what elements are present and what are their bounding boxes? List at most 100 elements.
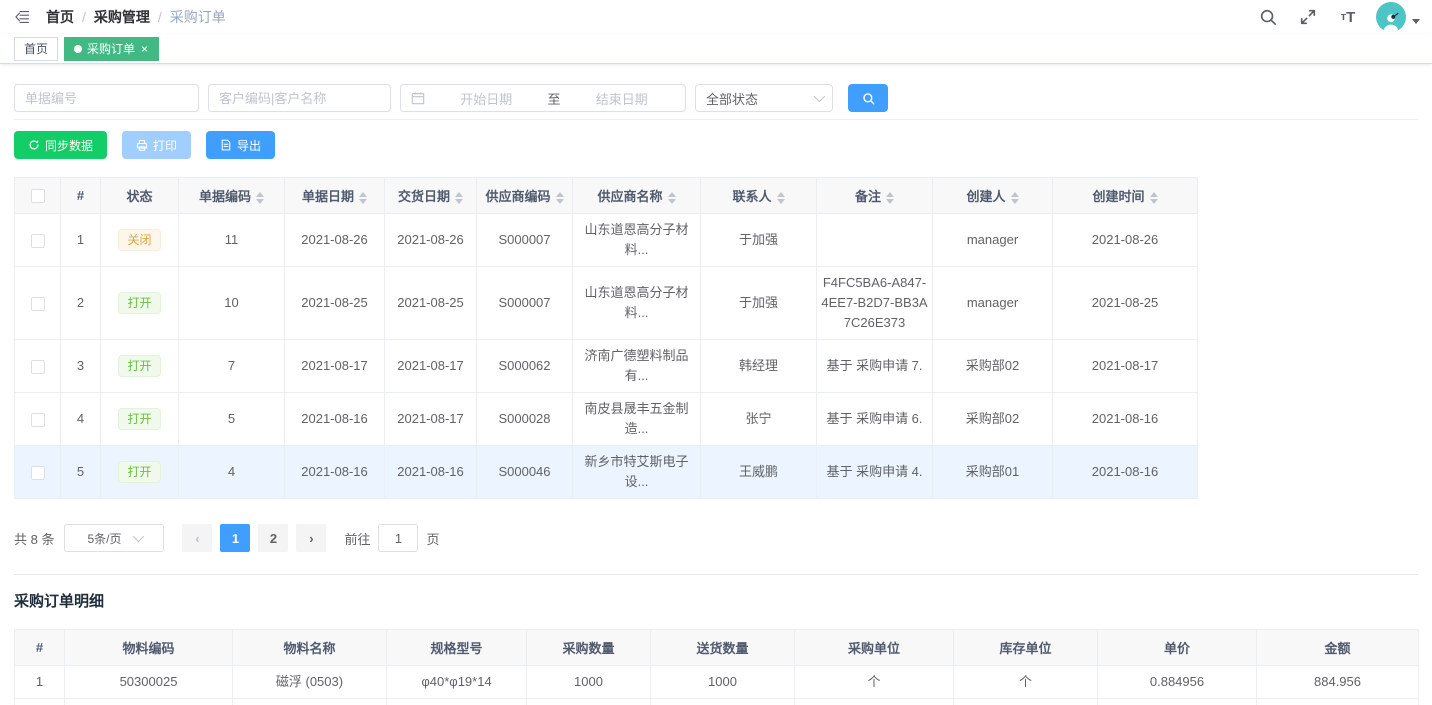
breadcrumb-purchase-mgmt[interactable]: 采购管理 xyxy=(94,7,150,27)
sort-caret-icon[interactable] xyxy=(1150,192,1158,204)
cell-stock_unit: 个 xyxy=(954,699,1098,705)
date-separator: 至 xyxy=(548,89,561,108)
cell-supplier_name: 新乡市特艾斯电子设... xyxy=(573,446,701,499)
user-avatar[interactable] xyxy=(1376,2,1406,32)
column-label: 联系人 xyxy=(732,189,771,204)
cell-amount: 4955.7524 xyxy=(1257,699,1419,705)
goto-page-input[interactable] xyxy=(378,524,418,552)
checkbox-cell xyxy=(15,267,61,340)
row-checkbox[interactable] xyxy=(31,466,45,480)
row-checkbox[interactable] xyxy=(31,234,45,248)
column-label: 状态 xyxy=(126,189,152,204)
purchase-orders-table: #状态单据编码单据日期交货日期供应商编码供应商名称联系人备注创建人创建时间 1关… xyxy=(14,177,1198,499)
next-page-button[interactable]: › xyxy=(296,524,326,552)
column-header[interactable]: 创建时间 xyxy=(1053,178,1198,214)
cell-code: 5 xyxy=(179,393,285,446)
customer-input[interactable] xyxy=(208,84,391,112)
sort-caret-icon[interactable] xyxy=(668,192,676,204)
cell-creator: manager xyxy=(933,267,1053,340)
checkbox-cell xyxy=(15,340,61,393)
sort-caret-icon[interactable] xyxy=(256,192,264,204)
sort-caret-icon[interactable] xyxy=(1011,192,1019,204)
tags-view-bar: 首页 采购订单 × xyxy=(0,34,1432,64)
sidebar-toggle-icon[interactable] xyxy=(12,7,32,27)
column-header[interactable]: 交货日期 xyxy=(385,178,477,214)
cell-creator: 采购部02 xyxy=(933,340,1053,393)
order-row[interactable]: 3打开72021-08-172021-08-17S000062济南广德塑料制品有… xyxy=(15,340,1198,393)
cell-delivery_date: 2021-08-26 xyxy=(385,214,477,267)
column-header[interactable]: 备注 xyxy=(817,178,933,214)
detail-row[interactable]: 250300024传感器本体 (0503)14*99400400个个12.389… xyxy=(15,699,1419,705)
cell-purchase_unit: 个 xyxy=(795,666,954,699)
cell-delivery_qty: 400 xyxy=(651,699,795,705)
page-number-button[interactable]: 2 xyxy=(258,524,288,552)
order-row[interactable]: 5打开42021-08-162021-08-16S000046新乡市特艾斯电子设… xyxy=(15,446,1198,499)
column-label: 创建人 xyxy=(966,189,1005,204)
cell-delivery_date: 2021-08-25 xyxy=(385,267,477,340)
fullscreen-icon[interactable] xyxy=(1296,5,1320,29)
column-header[interactable]: 单据日期 xyxy=(285,178,385,214)
sort-caret-icon[interactable] xyxy=(359,192,367,204)
column-header: 规格型号 xyxy=(387,630,527,666)
page-size-select[interactable]: 5条/页 xyxy=(64,524,164,552)
cell-supplier_code: S000007 xyxy=(477,214,573,267)
column-header[interactable]: 联系人 xyxy=(701,178,817,214)
column-header: 物料编码 xyxy=(65,630,233,666)
breadcrumb-separator: / xyxy=(158,9,162,25)
search-button[interactable] xyxy=(848,84,888,112)
breadcrumb-home[interactable]: 首页 xyxy=(46,7,74,27)
sync-data-button[interactable]: 同步数据 xyxy=(14,131,107,159)
page-unit-label: 页 xyxy=(426,529,439,548)
status-badge: 打开 xyxy=(118,292,160,314)
font-size-icon[interactable]: тT xyxy=(1336,5,1360,29)
checkbox-cell xyxy=(15,214,61,267)
cell-order_date: 2021-08-26 xyxy=(285,214,385,267)
column-label: 单据编码 xyxy=(199,189,251,204)
export-button[interactable]: 导出 xyxy=(206,131,275,159)
cell-supplier_code: S000046 xyxy=(477,446,573,499)
tab-close-icon[interactable]: × xyxy=(140,43,149,55)
sort-caret-icon[interactable] xyxy=(455,192,463,204)
cell-remark: F4FC5BA6-A847-4EE7-B2D7-BB3A7C26E373 xyxy=(817,267,933,340)
column-header[interactable]: 供应商编码 xyxy=(477,178,573,214)
column-header: 状态 xyxy=(101,178,179,214)
column-header[interactable]: 供应商名称 xyxy=(573,178,701,214)
select-all-header xyxy=(15,178,61,214)
row-checkbox[interactable] xyxy=(31,297,45,311)
page-number-button[interactable]: 1 xyxy=(220,524,250,552)
cell-delivery_date: 2021-08-17 xyxy=(385,340,477,393)
tab-purchase-orders[interactable]: 采购订单 × xyxy=(64,37,159,61)
column-label: 库存单位 xyxy=(999,641,1051,656)
column-header[interactable]: 单据编码 xyxy=(179,178,285,214)
order-no-input[interactable] xyxy=(14,84,199,112)
order-row[interactable]: 1关闭112021-08-262021-08-26S000007山东道恩高分子材… xyxy=(15,214,1198,267)
cell-material_name: 传感器本体 (0503) xyxy=(233,699,387,705)
column-header: 库存单位 xyxy=(954,630,1098,666)
column-header[interactable]: 创建人 xyxy=(933,178,1053,214)
user-menu[interactable] xyxy=(1376,2,1420,32)
column-header: 采购数量 xyxy=(527,630,651,666)
date-range-picker[interactable]: 开始日期 至 结束日期 xyxy=(400,84,686,112)
row-checkbox[interactable] xyxy=(31,360,45,374)
tab-home[interactable]: 首页 xyxy=(14,37,58,61)
cell-material_code: 50300024 xyxy=(65,699,233,705)
order-row[interactable]: 4打开52021-08-162021-08-17S000028南皮县晟丰五金制造… xyxy=(15,393,1198,446)
sort-caret-icon[interactable] xyxy=(777,192,785,204)
cell-contact: 韩经理 xyxy=(701,340,817,393)
column-header: 物料名称 xyxy=(233,630,387,666)
detail-row[interactable]: 150300025磁浮 (0503)φ40*φ19*1410001000个个0.… xyxy=(15,666,1419,699)
cell-material_code: 50300025 xyxy=(65,666,233,699)
order-row[interactable]: 2打开102021-08-252021-08-25S000007山东道恩高分子材… xyxy=(15,267,1198,340)
select-all-checkbox[interactable] xyxy=(31,189,45,203)
prev-page-button: ‹ xyxy=(182,524,212,552)
status-select[interactable]: 全部状态 xyxy=(695,84,833,112)
cell-num: 2 xyxy=(15,699,65,705)
row-checkbox[interactable] xyxy=(31,413,45,427)
cell-num: 1 xyxy=(15,666,65,699)
search-icon[interactable] xyxy=(1256,5,1280,29)
sort-caret-icon[interactable] xyxy=(556,192,564,204)
cell-delivery_date: 2021-08-16 xyxy=(385,446,477,499)
cell-contact: 张宁 xyxy=(701,393,817,446)
sort-caret-icon[interactable] xyxy=(886,192,894,204)
column-label: 规格型号 xyxy=(430,641,482,656)
